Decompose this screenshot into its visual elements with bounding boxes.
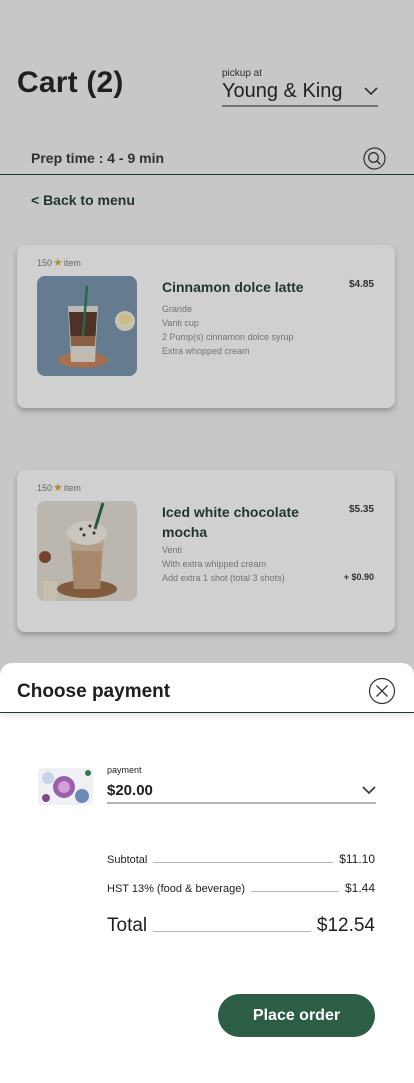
payment-label: payment (107, 765, 142, 775)
tax-value: $1.44 (344, 881, 375, 895)
dotted-leader (153, 931, 311, 932)
chevron-down-icon (362, 786, 376, 795)
gift-card-image (38, 768, 93, 805)
close-icon[interactable] (368, 677, 396, 705)
payment-value: $20.00 (107, 782, 153, 799)
payment-sheet: Choose payment payment $20.00 Subtotal $… (0, 663, 414, 1083)
tax-row: HST 13% (food & beverage) $1.44 (107, 881, 375, 895)
dotted-leader (250, 891, 339, 892)
payment-dropdown[interactable]: $20.00 (107, 782, 376, 804)
total-value: $12.54 (316, 915, 375, 936)
tax-label: HST 13% (food & beverage) (107, 883, 245, 895)
place-order-button[interactable]: Place order (218, 994, 375, 1037)
subtotal-value: $11.10 (339, 852, 375, 866)
total-label: Total (107, 915, 148, 936)
total-row: Total $12.54 (107, 915, 375, 937)
sheet-title: Choose payment (17, 681, 171, 702)
dotted-leader (153, 862, 334, 863)
sheet-header: Choose payment (0, 663, 414, 713)
subtotal-label: Subtotal (107, 854, 148, 866)
subtotal-row: Subtotal $11.10 (107, 852, 375, 866)
